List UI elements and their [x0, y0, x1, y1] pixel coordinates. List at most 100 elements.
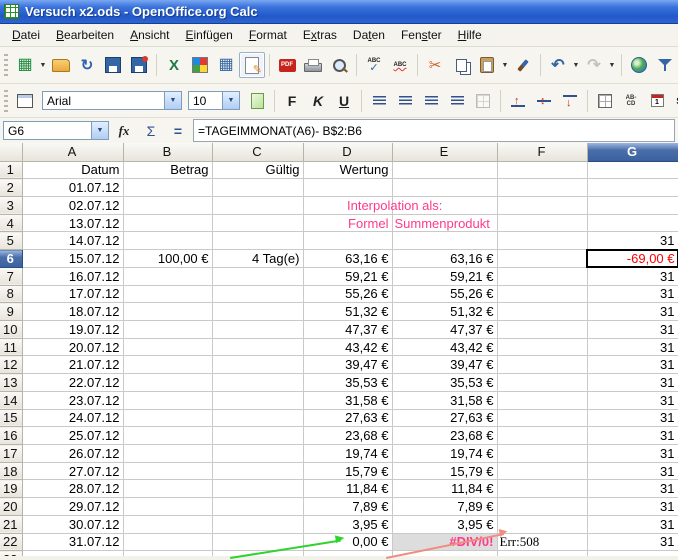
cell-C11[interactable]: [212, 338, 303, 356]
cell-E23[interactable]: [392, 551, 497, 556]
row-header-21[interactable]: 21: [0, 515, 22, 533]
cell-A9[interactable]: 18.07.12: [22, 303, 123, 321]
cell-F12[interactable]: [497, 356, 587, 374]
cell-A18[interactable]: 27.07.12: [22, 462, 123, 480]
cell-F5[interactable]: [497, 232, 587, 250]
number-format-button[interactable]: AB-CD: [618, 88, 644, 114]
align-bottom-button[interactable]: ↓: [557, 88, 583, 114]
cell-E22[interactable]: #DIV/0!: [392, 533, 497, 551]
row-header-3[interactable]: 3: [0, 196, 22, 214]
copy-button[interactable]: [448, 52, 474, 78]
column-header-D[interactable]: D: [303, 143, 392, 161]
row-header-11[interactable]: 11: [0, 338, 22, 356]
cell-E5[interactable]: [392, 232, 497, 250]
cell-E8[interactable]: 55,26 €: [392, 285, 497, 303]
cell-F2[interactable]: [497, 179, 587, 197]
row-header-12[interactable]: 12: [0, 356, 22, 374]
cell-A2[interactable]: 01.07.12: [22, 179, 123, 197]
cell-B7[interactable]: [123, 267, 212, 285]
cell-C19[interactable]: [212, 480, 303, 498]
toolbar-grip[interactable]: [4, 54, 8, 76]
cell-B17[interactable]: [123, 445, 212, 463]
save-as-button[interactable]: [126, 52, 152, 78]
styles-button[interactable]: [12, 88, 38, 114]
redo-button[interactable]: ↷: [581, 52, 607, 78]
cell-D18[interactable]: 15,79 €: [303, 462, 392, 480]
cell-D8[interactable]: 55,26 €: [303, 285, 392, 303]
cell-G8[interactable]: 31: [587, 285, 678, 303]
select-all-corner[interactable]: [0, 143, 22, 161]
cell-E18[interactable]: 15,79 €: [392, 462, 497, 480]
menu-hilfe[interactable]: Hilfe: [450, 25, 490, 45]
cell-F9[interactable]: [497, 303, 587, 321]
cell-A4[interactable]: 13.07.12: [22, 214, 123, 232]
cell-D4[interactable]: Formel: [303, 214, 392, 232]
cell-D21[interactable]: 3,95 €: [303, 515, 392, 533]
new-document-button[interactable]: ▦: [12, 52, 38, 78]
cell-F3[interactable]: [497, 196, 587, 214]
cell-A11[interactable]: 20.07.12: [22, 338, 123, 356]
cell-D9[interactable]: 51,32 €: [303, 303, 392, 321]
row-header-14[interactable]: 14: [0, 391, 22, 409]
menu-ansicht[interactable]: Ansicht: [122, 25, 177, 45]
bold-button[interactable]: F: [279, 88, 305, 114]
cell-C16[interactable]: [212, 427, 303, 445]
align-top-button[interactable]: ↑: [505, 88, 531, 114]
align-center-button[interactable]: [392, 88, 418, 114]
cell-B13[interactable]: [123, 374, 212, 392]
cell-C9[interactable]: [212, 303, 303, 321]
cell-A23[interactable]: [22, 551, 123, 556]
cell-C12[interactable]: [212, 356, 303, 374]
row-header-23[interactable]: 23: [0, 551, 22, 556]
cell-F14[interactable]: [497, 391, 587, 409]
cell-C10[interactable]: [212, 320, 303, 338]
cell-E7[interactable]: 59,21 €: [392, 267, 497, 285]
cell-C4[interactable]: [212, 214, 303, 232]
cell-B3[interactable]: [123, 196, 212, 214]
column-header-F[interactable]: F: [497, 143, 587, 161]
cell-B5[interactable]: [123, 232, 212, 250]
cell-G16[interactable]: 31: [587, 427, 678, 445]
cell-B2[interactable]: [123, 179, 212, 197]
cell-A17[interactable]: 26.07.12: [22, 445, 123, 463]
row-header-19[interactable]: 19: [0, 480, 22, 498]
cell-F10[interactable]: [497, 320, 587, 338]
cell-G4[interactable]: [587, 214, 678, 232]
cell-F23[interactable]: [497, 551, 587, 556]
row-header-6[interactable]: 6: [0, 250, 22, 268]
pdf-export-button[interactable]: PDF: [274, 52, 300, 78]
column-header-A[interactable]: A: [22, 143, 123, 161]
row-header-22[interactable]: 22: [0, 533, 22, 551]
cell-B16[interactable]: [123, 427, 212, 445]
cell-D12[interactable]: 39,47 €: [303, 356, 392, 374]
name-box-dropdown-icon[interactable]: ▼: [91, 122, 108, 139]
cell-E16[interactable]: 23,68 €: [392, 427, 497, 445]
column-header-G[interactable]: G: [587, 143, 678, 161]
cell-C3[interactable]: [212, 196, 303, 214]
auto-spellcheck-button[interactable]: ABC: [387, 52, 413, 78]
cell-C23[interactable]: [212, 551, 303, 556]
cell-F4[interactable]: [497, 214, 587, 232]
merge-cells-button[interactable]: [470, 88, 496, 114]
cell-B12[interactable]: [123, 356, 212, 374]
excel-button[interactable]: X: [161, 52, 187, 78]
column-header-E[interactable]: E: [392, 143, 497, 161]
cell-E12[interactable]: 39,47 €: [392, 356, 497, 374]
new-document-dropdown[interactable]: ▼: [38, 52, 48, 78]
cell-G19[interactable]: 31: [587, 480, 678, 498]
cell-D11[interactable]: 43,42 €: [303, 338, 392, 356]
cell-G9[interactable]: 31: [587, 303, 678, 321]
cell-B11[interactable]: [123, 338, 212, 356]
cell-G17[interactable]: 31: [587, 445, 678, 463]
menu-fenster[interactable]: Fenster: [393, 25, 450, 45]
format-paintbrush-button[interactable]: [510, 52, 536, 78]
colors-button[interactable]: [187, 52, 213, 78]
menu-daten[interactable]: Daten: [345, 25, 393, 45]
cell-E6[interactable]: 63,16 €: [392, 250, 497, 268]
row-header-1[interactable]: 1: [0, 161, 22, 179]
cell-F11[interactable]: [497, 338, 587, 356]
cell-C6[interactable]: 4 Tag(e): [212, 250, 303, 268]
cell-B4[interactable]: [123, 214, 212, 232]
redo-dropdown[interactable]: ▼: [607, 52, 617, 78]
cell-A21[interactable]: 30.07.12: [22, 515, 123, 533]
